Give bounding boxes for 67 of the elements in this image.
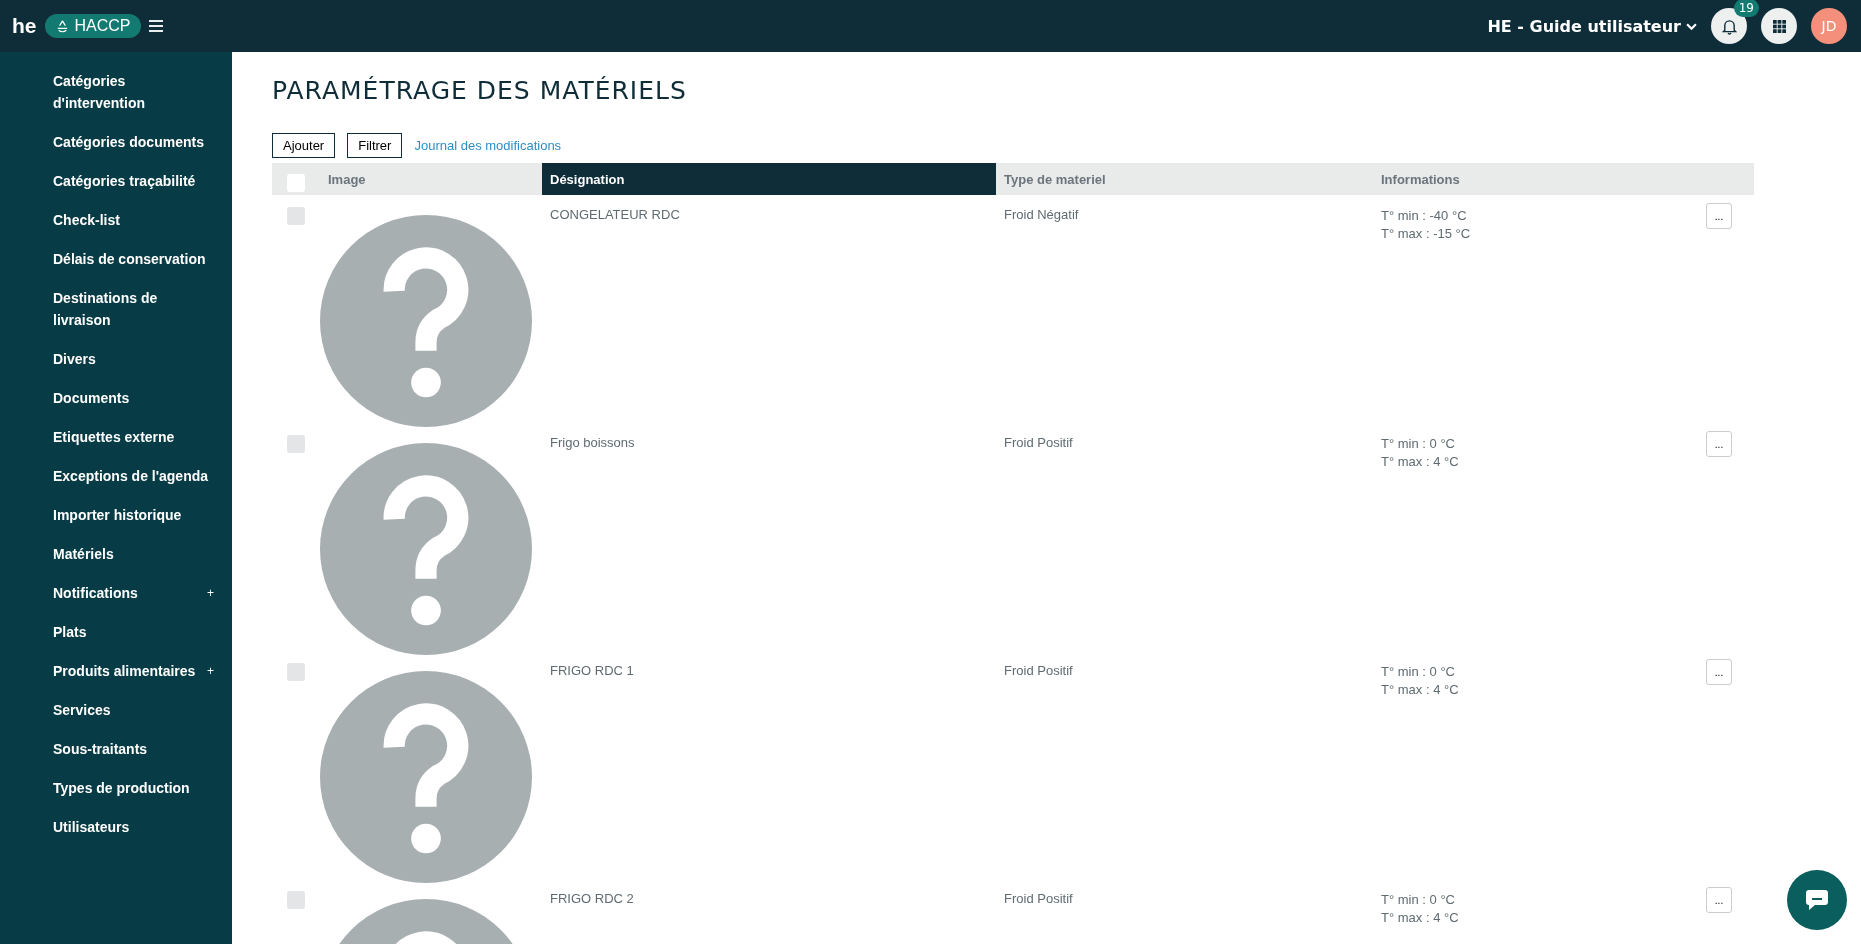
- sidebar-item[interactable]: Destinations de livraison: [53, 287, 214, 331]
- sidebar-item[interactable]: Catégories d'intervention: [53, 70, 214, 114]
- sidebar-item[interactable]: Importer historique: [53, 504, 214, 526]
- table-cell-text: Froid Positif: [1003, 890, 1074, 908]
- expand-toggle[interactable]: +: [207, 582, 214, 604]
- app-badge[interactable]: HACCP: [44, 14, 141, 38]
- sidebar-item[interactable]: Types de production: [53, 777, 214, 799]
- info-line: T° min : 0 °C: [1381, 891, 1456, 909]
- sidebar-item[interactable]: Plats: [53, 621, 214, 643]
- history-link[interactable]: Journal des modifications: [414, 138, 562, 153]
- action-button[interactable]: Filtrer: [347, 133, 403, 158]
- column-header[interactable]: Informations: [1373, 163, 1706, 195]
- row-checkbox[interactable]: [287, 663, 305, 681]
- expand-toggle[interactable]: +: [207, 660, 214, 682]
- info-line: T° min : 0 °C: [1381, 663, 1456, 681]
- more-button[interactable]: ...: [1706, 659, 1732, 685]
- bell-icon: [1721, 17, 1737, 35]
- image-placeholder-icon: [320, 443, 532, 655]
- chevron-down-icon: [1686, 22, 1697, 30]
- column-header[interactable]: Désignation: [542, 163, 996, 195]
- more-button[interactable]: ...: [1706, 431, 1732, 457]
- info-line: T° min : -40 °C: [1381, 207, 1468, 225]
- sidebar-item[interactable]: Etiquettes externe: [53, 426, 214, 448]
- sidebar-item[interactable]: Délais de conservation: [53, 248, 214, 270]
- apps-button[interactable]: [1761, 8, 1797, 44]
- page-title: PARAMÉTRAGE DES MATÉRIELS: [272, 76, 688, 105]
- sidebar-item[interactable]: Sous-traitants: [53, 738, 214, 760]
- menu-icon[interactable]: [148, 20, 163, 32]
- row-checkbox[interactable]: [287, 435, 305, 453]
- chat-bubble-icon: [1805, 889, 1829, 911]
- sidebar-item[interactable]: Notifications +: [53, 582, 214, 604]
- info-line: T° max : 4 °C: [1381, 681, 1460, 699]
- sidebar-item[interactable]: Catégories documents: [53, 131, 214, 153]
- row-checkbox[interactable]: [287, 207, 305, 225]
- table-cell-text: Froid Positif: [1003, 434, 1074, 452]
- table-cell-text: Froid Négatif: [1003, 206, 1080, 224]
- sidebar-item[interactable]: Divers: [53, 348, 214, 370]
- image-placeholder-icon: [320, 215, 532, 427]
- sidebar-item[interactable]: Exceptions de l'agenda: [53, 465, 214, 487]
- table-cell-text: Froid Positif: [1003, 662, 1074, 680]
- sidebar-item[interactable]: Documents: [53, 387, 214, 409]
- table-cell-text: Frigo boissons: [549, 434, 636, 452]
- row-checkbox[interactable]: [287, 891, 305, 909]
- more-button[interactable]: ...: [1706, 887, 1732, 913]
- info-line: T° max : 4 °C: [1381, 909, 1460, 927]
- sidebar-item[interactable]: Matériels: [53, 543, 214, 565]
- action-button[interactable]: Ajouter: [272, 133, 336, 158]
- notification-count: 19: [1733, 0, 1759, 17]
- chat-button[interactable]: [1787, 870, 1847, 930]
- sidebar-item[interactable]: Utilisateurs: [53, 816, 214, 838]
- info-line: T° max : -15 °C: [1381, 225, 1472, 243]
- more-button[interactable]: ...: [1706, 203, 1732, 229]
- sidebar-item[interactable]: Services: [53, 699, 214, 721]
- sidebar-item[interactable]: Produits alimentaires +: [53, 660, 214, 682]
- site-selector[interactable]: HE - Guide utilisateur: [1487, 16, 1697, 36]
- table-cell-text: FRIGO RDC 2: [549, 890, 635, 908]
- info-line: T° max : 4 °C: [1381, 453, 1460, 471]
- column-header[interactable]: Type de materiel: [996, 163, 1373, 195]
- grid-icon: [1772, 19, 1786, 33]
- table-cell-text: CONGELATEUR RDC: [549, 206, 681, 224]
- column-header[interactable]: Image: [320, 163, 542, 195]
- image-placeholder-icon: [320, 671, 532, 883]
- sidebar-item[interactable]: Check-list: [53, 209, 214, 231]
- table-cell-text: FRIGO RDC 1: [549, 662, 635, 680]
- sidebar-item[interactable]: Catégories traçabilité: [53, 170, 214, 192]
- info-line: T° min : 0 °C: [1381, 435, 1456, 453]
- logo-text: he: [12, 14, 37, 38]
